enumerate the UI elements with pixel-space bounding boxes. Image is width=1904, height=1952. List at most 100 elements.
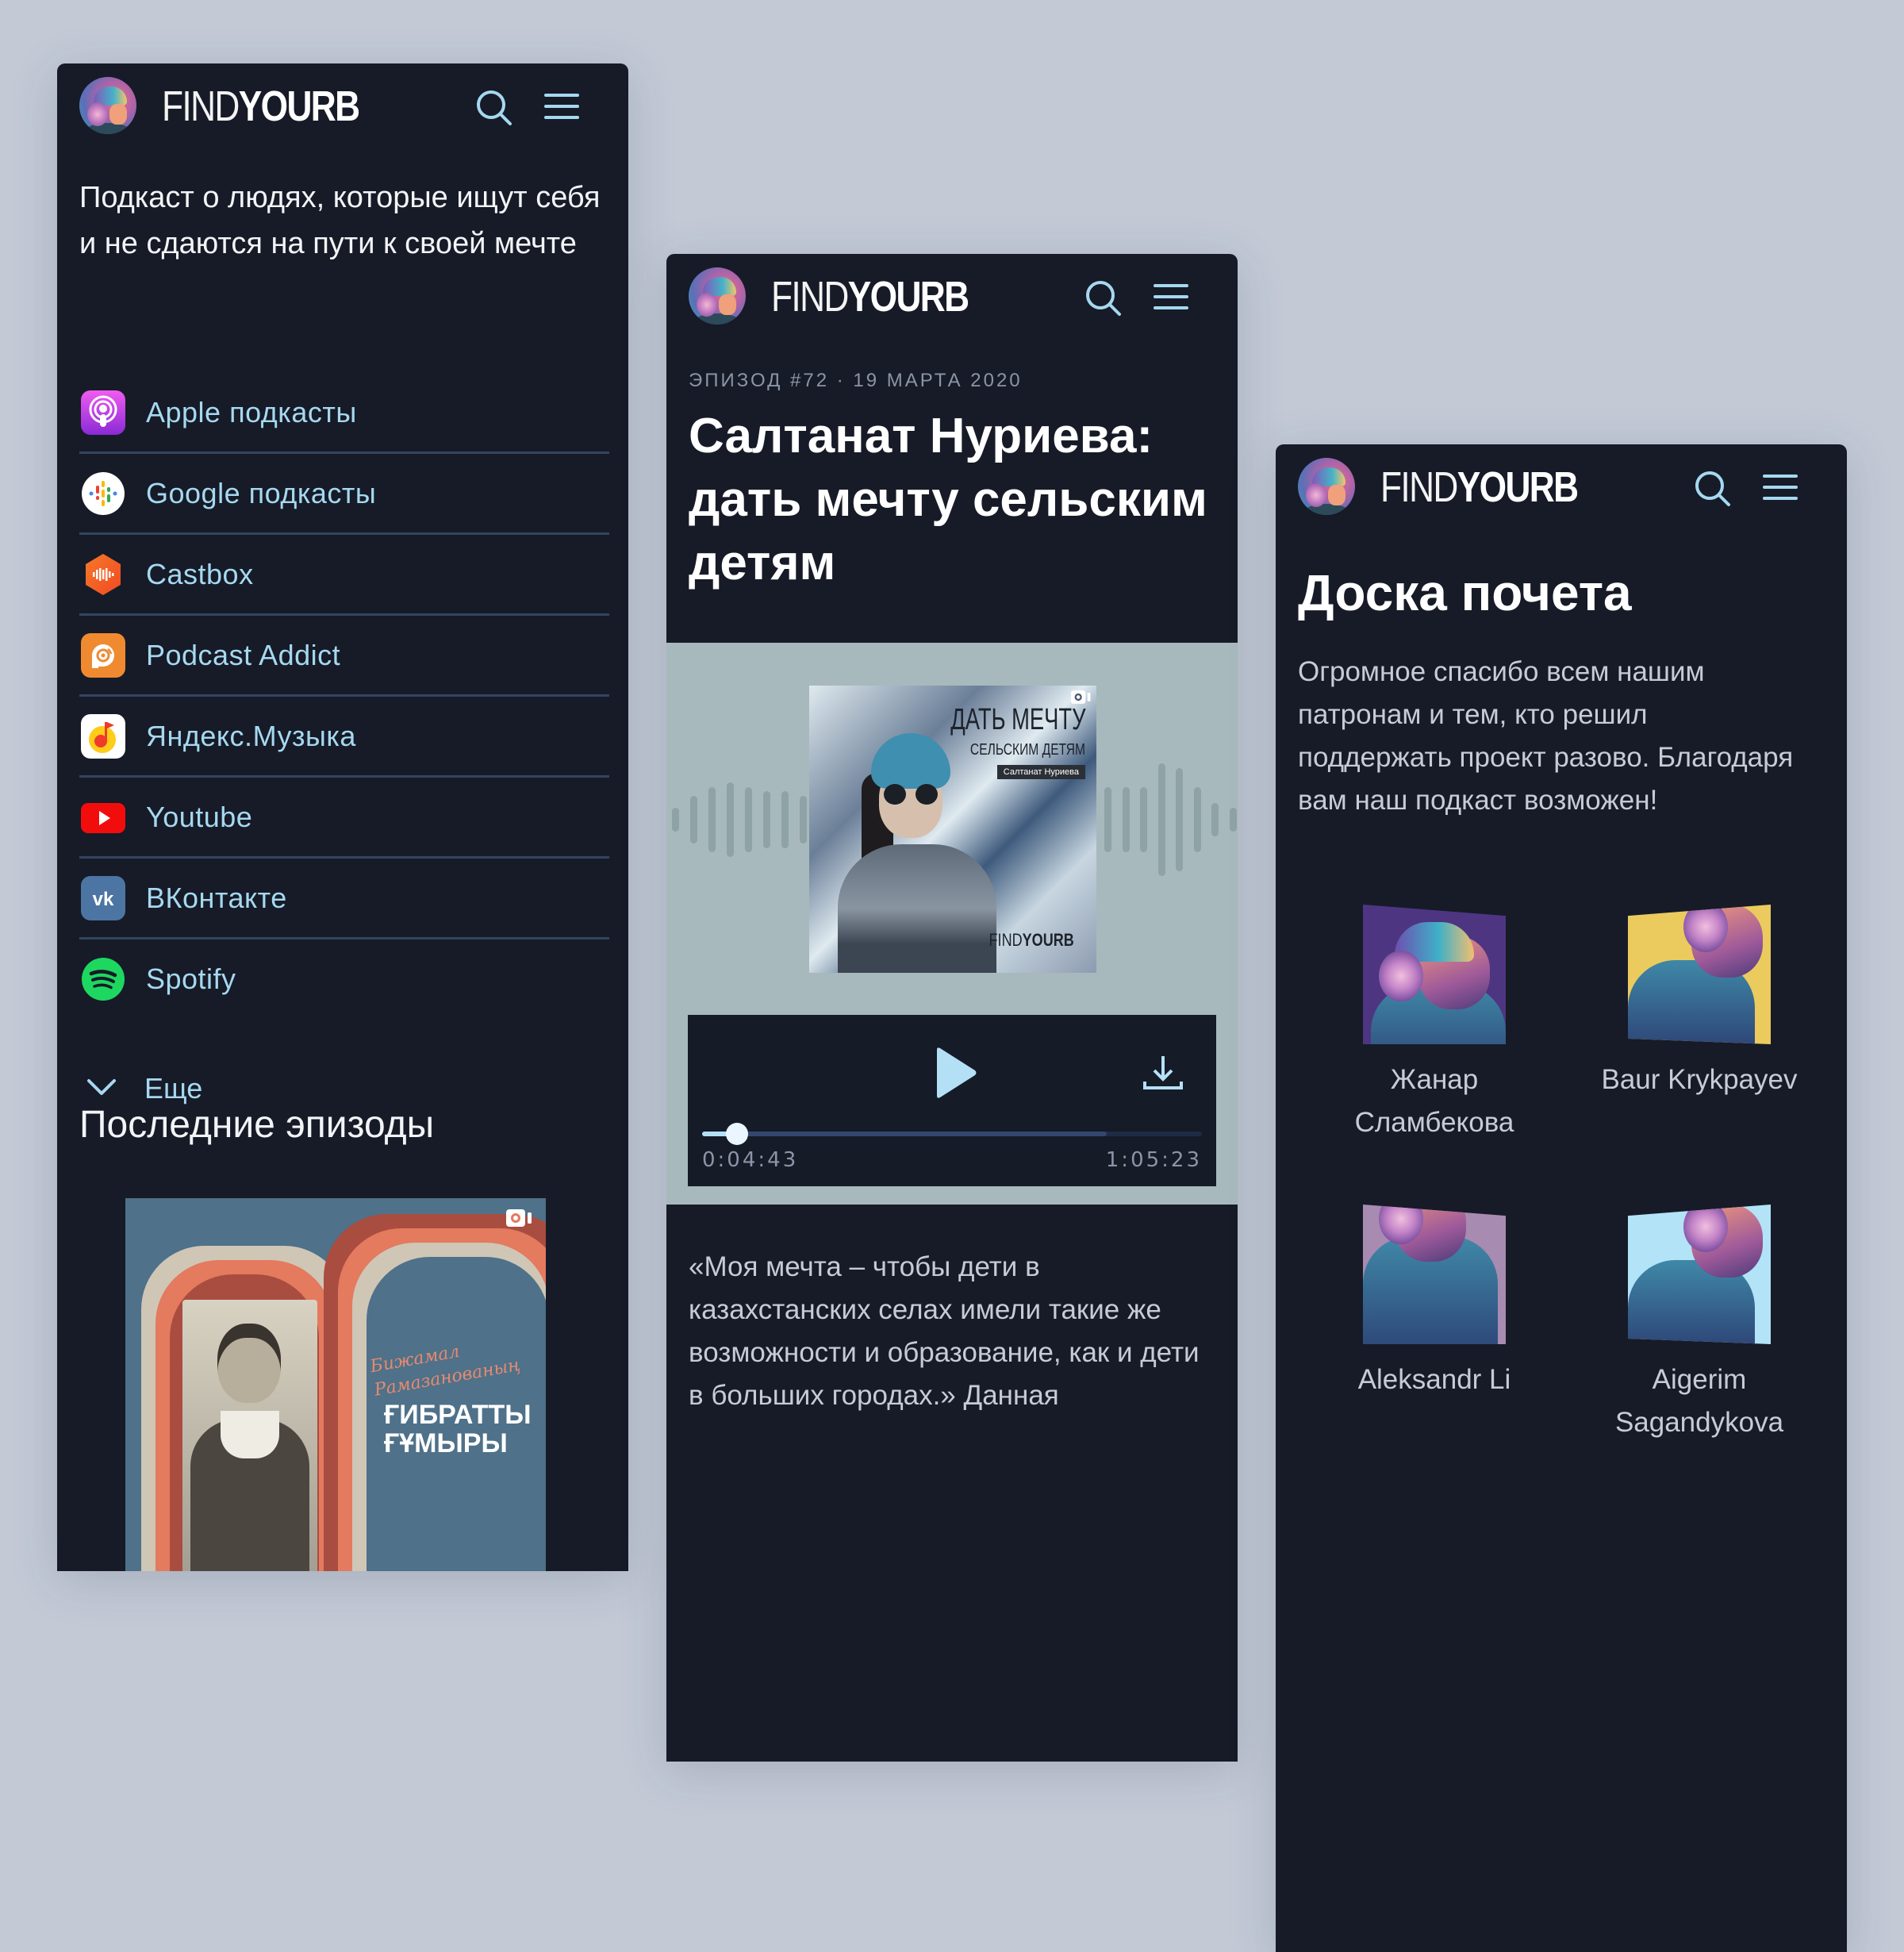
site-logo[interactable]: FINDYOURB [771,273,969,321]
cover-subtitle: СЕЛЬСКИМ ДЕТЯМ [969,741,1085,759]
patron-avatar [1628,905,1771,1044]
episode-title: Салтанат Нуриева: дать мечту сельским де… [689,409,1207,590]
cover-title: ҒИБРАТТЫ ҒҰМЫРЫ [384,1400,532,1458]
home-page-panel: FINDYOURB Подкаст о людях, которые ищут … [57,63,628,1571]
cover-guest-tag: Салтанат Нуриева [996,765,1085,779]
search-button[interactable] [1692,468,1733,509]
platform-label: Яндекс.Музыка [146,719,356,752]
platform-link-vk[interactable]: vk ВКонтакте [79,859,609,939]
camera-badge-icon [506,1209,532,1227]
total-time: 1:05:23 [1105,1148,1202,1172]
archive-photo [182,1300,317,1571]
camera-badge-icon [1071,690,1091,704]
waveform-bar [1211,803,1219,836]
site-header: FINDYOURB [1276,444,1847,532]
waveform-bar [1140,787,1147,852]
hamburger-icon [1763,475,1798,500]
hamburger-icon [544,94,579,119]
yandex-music-icon [81,713,125,759]
patron-avatar [1363,1205,1506,1344]
patron-name: Aleksandr Li [1357,1364,1511,1395]
waveform-bar [1104,787,1111,852]
platform-link-podcast-addict[interactable]: Podcast Addict [79,616,609,697]
episode-cover: ДАТЬ МЕЧТУ СЕЛЬСКИМ ДЕТЯМ Салтанат Нурие… [809,686,1096,973]
cover-brand: FINDYOURB [988,930,1074,950]
platform-label: Apple подкасты [146,395,357,428]
patron-avatar [1363,905,1506,1044]
spotify-icon [81,957,125,1001]
waveform-bar [781,791,789,848]
waveform-bar [727,782,734,857]
logo-avatar-icon[interactable] [79,77,136,134]
patron-card[interactable]: Aleksandr Li [1315,1205,1553,1401]
waveform-bar [690,796,697,843]
castbox-icon [81,552,125,597]
waveform-bar [708,787,716,852]
chevron-down-icon [87,1079,116,1095]
platform-link-apple-podcasts[interactable]: Apple подкасты [79,373,609,454]
search-button[interactable] [1083,278,1124,319]
waveform-bar [1193,787,1201,852]
patron-card[interactable]: Baur Krykpayev [1580,905,1818,1101]
youtube-icon [81,795,125,840]
logo-thin: FIND [162,83,240,130]
search-button[interactable] [474,87,515,129]
patron-card[interactable]: Жанар Сламбекова [1315,905,1553,1144]
site-logo[interactable]: FINDYOURB [1380,463,1579,511]
waveform-bar [1176,768,1183,871]
cover-title: ДАТЬ МЕЧТУ [950,703,1085,736]
vk-icon: vk [81,875,125,920]
waveform-bar [672,808,679,832]
waveform-bar [1122,787,1130,852]
waveform-bar [1229,808,1237,832]
site-header: FINDYOURB [666,254,1238,341]
menu-button[interactable] [1150,279,1192,316]
player-area: ДАТЬ МЕЧТУ СЕЛЬСКИМ ДЕТЯМ Салтанат Нурие… [666,643,1238,1205]
platform-label: Youtube [146,800,253,833]
patron-name: Aigerim Sagandykova [1614,1364,1784,1438]
latest-episodes-heading: Последние эпизоды [79,1104,435,1146]
menu-button[interactable] [1760,470,1801,506]
site-logo[interactable]: FINDYOURB [162,83,360,130]
site-header: FINDYOURB [57,63,628,151]
patron-name: Жанар Сламбекова [1354,1064,1514,1138]
episode-page-panel: FINDYOURB ЭПИЗОД #72 · 19 МАРТА 2020 Сал… [666,254,1238,1762]
logo-thin: FIND [771,273,849,321]
waveform-bar [745,787,752,852]
episode-quote: «Моя мечта – чтобы дети в казахстанских … [689,1251,1200,1411]
logo-avatar-icon[interactable] [1298,458,1355,515]
search-icon [477,90,512,125]
platform-link-yandex-music[interactable]: Яндекс.Музыка [79,697,609,778]
search-icon [1695,471,1730,506]
platform-label: Google подкасты [146,476,377,509]
platform-link-youtube[interactable]: Youtube [79,778,609,859]
current-time: 0:04:43 [702,1148,799,1172]
play-button[interactable] [934,1045,978,1101]
waveform-bar [1157,763,1165,876]
logo-bold: YOURB [238,83,360,130]
platform-link-castbox[interactable]: Castbox [79,535,609,616]
show-more-label: Еще [144,1072,203,1105]
platform-link-google-podcasts[interactable]: Google подкасты [79,454,609,535]
logo-avatar-icon[interactable] [689,267,746,325]
download-icon [1143,1056,1183,1089]
logo-thin: FIND [1380,463,1458,511]
buffered-bar [702,1132,1107,1136]
patron-card[interactable]: Aigerim Sagandykova [1580,1205,1818,1444]
podcast-addict-icon [81,632,125,678]
platform-link-spotify[interactable]: Spotify [79,939,609,1018]
progress-slider[interactable] [702,1123,1202,1145]
progress-handle[interactable] [726,1123,749,1145]
waveform-bar [800,796,807,843]
waveform-bar [763,791,770,848]
platform-label: ВКонтакте [146,881,287,914]
episode-meta: ЭПИЗОД #72 · 19 МАРТА 2020 [689,370,1023,391]
menu-button[interactable] [541,89,582,125]
platform-label: Castbox [146,557,254,590]
audio-player: 0:04:43 1:05:23 [688,1015,1216,1186]
platform-label: Spotify [146,962,236,995]
download-button[interactable] [1142,1055,1184,1093]
logo-bold: YOURB [847,273,969,321]
latest-episode-cover[interactable]: Бижамал Рамазанованың ҒИБРАТТЫ ҒҰМЫРЫ [125,1198,546,1571]
hamburger-icon [1154,284,1188,309]
